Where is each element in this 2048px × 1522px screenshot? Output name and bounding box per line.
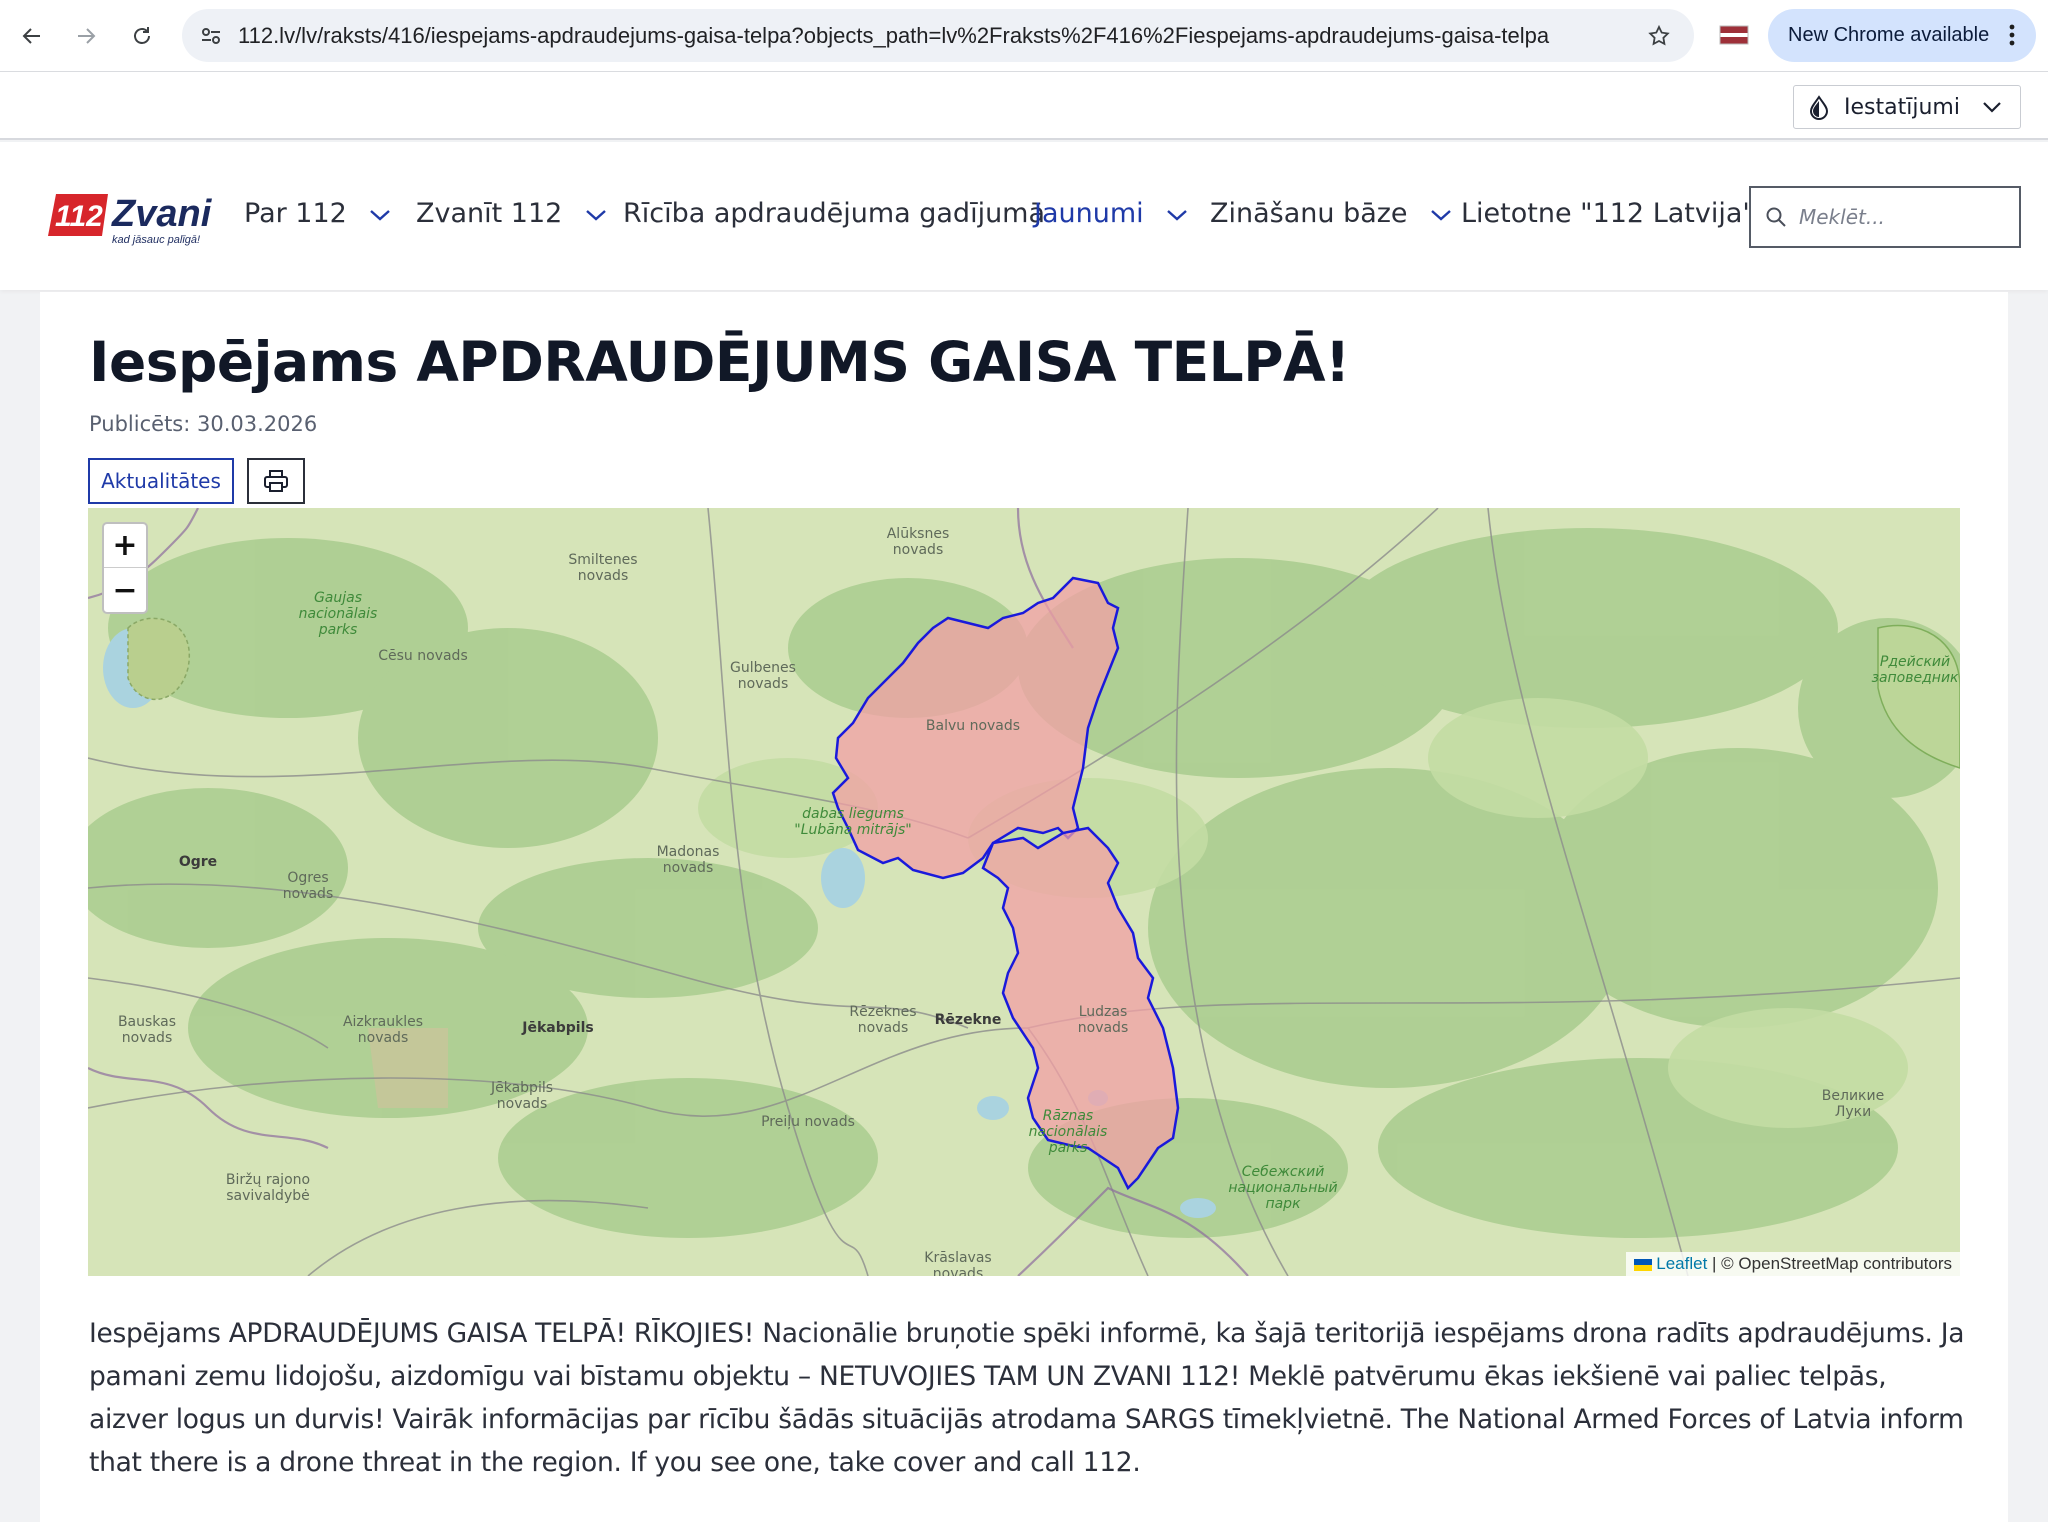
print-button[interactable] [247,458,305,504]
map-label: Rāznas nacionālais parks [1028,1108,1108,1156]
tag-aktualitates-button[interactable]: Aktualitātes [88,458,234,504]
map-label: Себежский национальный парк [1228,1164,1338,1212]
map-label: Рдейский заповедник [1871,654,1959,686]
settings-dropdown[interactable]: Iestatījumi [1793,85,2021,129]
nav-jaunumi[interactable]: Jaunumi [1034,198,1188,229]
logo-number: 112 [55,200,103,233]
article-body: Iespējams APDRAUDĒJUMS GAISA TELPĀ! RĪKO… [89,1318,1965,1478]
chrome-update-label: New Chrome available [1788,24,1990,46]
map-label: Великие Луки [1821,1088,1885,1120]
latvia-flag-extension-icon[interactable] [1718,22,1750,48]
chevron-down-icon [1167,209,1188,221]
nav-label: Jaunumi [1034,198,1144,229]
map-label: Gaujas nacionālais parks [298,590,378,638]
map-label: Aizkraukles novads [342,1014,424,1046]
map-label: Krāslavas novads [924,1250,992,1276]
reload-icon[interactable] [124,18,160,54]
map-label: Smiltenes novads [568,552,638,584]
published-date: Publicēts: 30.03.2026 [89,412,318,436]
map-label: Ludzas novads [1077,1004,1129,1036]
chevron-down-icon [370,209,391,221]
map-label: Balvu novads [925,718,1021,734]
map-label: Jēkabpils novads [490,1080,554,1112]
chrome-update-button[interactable]: New Chrome available [1768,9,2036,62]
zoom-out-button[interactable]: − [104,568,146,612]
nav-lietotne[interactable]: Lietotne "112 Latvija" [1461,198,1755,229]
map-label: Cēsu novads [378,648,468,664]
map-label: Preiļu novads [761,1114,855,1130]
nav-label: Zvanīt 112 [416,198,563,229]
article-card: Iespējams APDRAUDĒJUMS GAISA TELPĀ! Publ… [40,292,2008,1522]
logo-tagline: kad jāsauc palīgā! [112,234,200,246]
nav-zinasanu-baze[interactable]: Zināšanu bāze [1210,198,1452,229]
nav-zvanit-112[interactable]: Zvanīt 112 [416,198,607,229]
map-label: Ogre [178,854,218,870]
map-label: Madonas novads [656,844,720,876]
map-label: Alūksnes novads [886,526,950,558]
settings-bar: Iestatījumi [0,72,2048,140]
leaflet-link[interactable]: Leaflet [1656,1254,1707,1273]
nav-label: Lietotne "112 Latvija" [1461,198,1755,229]
zoom-in-button[interactable]: + [104,524,146,568]
contrast-drop-icon [1809,95,1829,120]
attribution-text: | © OpenStreetMap contributors [1712,1254,1952,1273]
site-header: 112 Zvani kad jāsauc palīgā! Par 112 Zva… [0,142,2048,290]
url-text[interactable]: 112.lv/lv/raksts/416/iespejams-apdraudej… [238,23,1618,49]
map-view[interactable]: Alūksnes novads Smiltenes novads Gaujas … [88,508,1960,1276]
chevron-down-icon [1983,102,2001,113]
nav-par-112[interactable]: Par 112 [244,198,391,229]
map-label: Gulbenes novads [730,660,796,692]
map-label: Biržų rajono savivaldybė [225,1172,311,1204]
map-label: Rēzekne [934,1012,1002,1028]
search-input[interactable] [1799,200,2009,234]
settings-label: Iestatījumi [1844,95,1960,120]
zoom-control: + − [102,522,148,614]
map-label: Bauskas novads [117,1014,177,1046]
map-label: dabas liegums "Lubāna mitrājs" [794,806,912,838]
map-label: Rēzeknes novads [849,1004,917,1036]
ukraine-flag-icon [1634,1258,1653,1271]
nav-label: Zināšanu bāze [1210,198,1408,229]
logo-112-zvani[interactable]: 112 Zvani kad jāsauc palīgā! [46,190,213,250]
more-options-icon[interactable] [2008,23,2016,47]
nav-ricibas-apdraudejuma[interactable]: Rīcība apdraudējuma gadījumā [623,198,1045,229]
bookmark-star-icon[interactable] [1644,21,1674,51]
page-title: Iespējams APDRAUDĒJUMS GAISA TELPĀ! [89,330,1350,394]
forward-icon[interactable] [68,18,104,54]
search-icon [1766,207,1786,227]
map-label: Ogres novads [282,870,334,902]
printer-icon [264,470,288,492]
chevron-down-icon [586,209,606,221]
address-bar[interactable]: 112.lv/lv/raksts/416/iespejams-apdraudej… [182,9,1694,62]
browser-toolbar: 112.lv/lv/raksts/416/iespejams-apdraudej… [0,0,2048,72]
logo-text: Zvani [111,193,213,235]
map-attribution: Leaflet | © OpenStreetMap contributors [1626,1252,1960,1276]
back-icon[interactable] [14,18,50,54]
map-label: Jēkabpils [522,1020,594,1036]
search-box[interactable] [1749,186,2021,248]
chevron-down-icon [1431,209,1451,221]
site-settings-icon[interactable] [196,21,226,51]
nav-label: Par 112 [244,198,347,229]
nav-label: Rīcība apdraudējuma gadījumā [623,198,1046,229]
